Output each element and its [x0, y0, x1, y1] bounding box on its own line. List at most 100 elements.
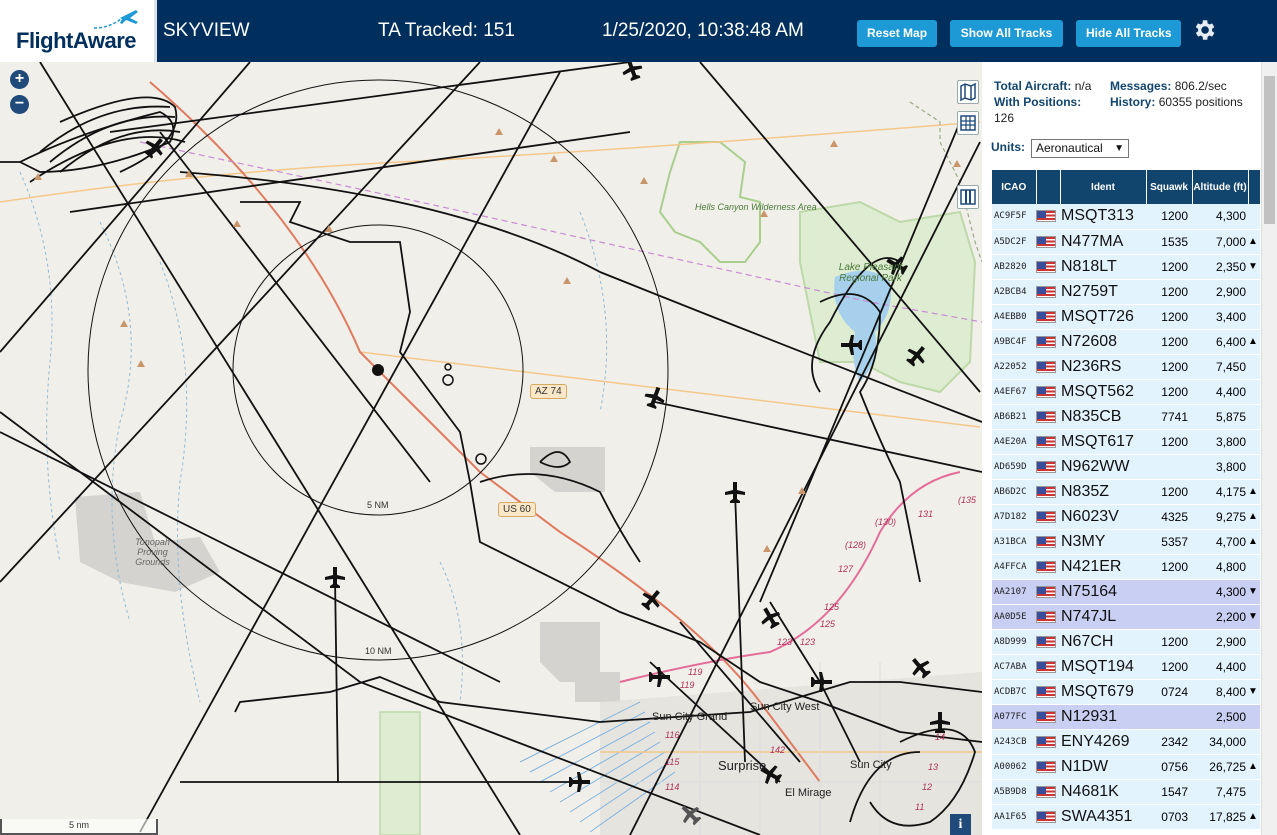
table-row[interactable]: A077FC N12931 2,500: [992, 704, 1260, 730]
altitude-cell: 7,475: [1192, 779, 1248, 805]
squawk-cell: [1146, 454, 1192, 480]
table-row[interactable]: A7D182 N6023V 4325 9,275 ▲: [992, 504, 1260, 530]
ident-cell: N818LT: [1060, 254, 1146, 280]
map-icon[interactable]: [957, 80, 979, 104]
ident-cell: N72608: [1060, 329, 1146, 355]
table-row[interactable]: AA2107 N75164 4,300 ▼: [992, 579, 1260, 605]
altitude-cell: 4,700: [1192, 529, 1248, 555]
table-row[interactable]: A9BC4F N72608 1200 6,400 ▲: [992, 329, 1260, 355]
trend-cell: ▲: [1248, 754, 1260, 780]
icao-cell: A5B9D8: [992, 779, 1036, 805]
ident-cell: MSQT562: [1060, 379, 1146, 405]
sun-city-west-label: Sun City West: [750, 701, 820, 713]
flag-cell: [1036, 379, 1060, 405]
info-icon[interactable]: i: [950, 814, 971, 835]
flag-cell: [1036, 654, 1060, 680]
altitude-cell: 2,200: [1192, 604, 1248, 630]
columns-icon[interactable]: [957, 185, 979, 209]
table-row[interactable]: A22052 N236RS 1200 7,450: [992, 354, 1260, 380]
history-value: 60355 positions: [1158, 95, 1243, 109]
table-row[interactable]: A243CB ENY4269 2342 34,000: [992, 729, 1260, 755]
ident-cell: N421ER: [1060, 554, 1146, 580]
table-row[interactable]: AB6B21 N835CB 7741 5,875: [992, 404, 1260, 430]
icao-cell: AC7ABA: [992, 654, 1036, 680]
table-row[interactable]: AA1F65 SWA4351 0703 17,825 ▲: [992, 804, 1260, 830]
table-row[interactable]: ACDB7C MSQT679 0724 8,400 ▼: [992, 679, 1260, 705]
aircraft-table: ICAO Ident Squawk Altitude (ft) AC9F5F MS…: [992, 170, 1261, 830]
trend-cell: ▲: [1248, 504, 1260, 530]
table-row[interactable]: A8D999 N67CH 1200 2,900: [992, 629, 1260, 655]
table-row[interactable]: A4EF67 MSQT562 1200 4,400: [992, 379, 1260, 405]
altitude-cell: 34,000: [1192, 729, 1248, 755]
gear-icon[interactable]: [1191, 17, 1217, 43]
col-altitude[interactable]: Altitude (ft): [1192, 170, 1249, 204]
zoom-in-button[interactable]: +: [10, 70, 29, 89]
icao-cell: A4EBB0: [992, 304, 1036, 330]
road-number: (128): [845, 540, 867, 550]
app-title: SKYVIEW: [163, 20, 250, 41]
road-number: 119: [680, 680, 695, 690]
trend-cell: [1248, 779, 1260, 805]
table-row[interactable]: A4FFCA N421ER 1200 4,800: [992, 554, 1260, 580]
scroll-thumb[interactable]: [1264, 76, 1275, 224]
trend-cell: [1248, 304, 1260, 330]
ident-cell: N2759T: [1060, 279, 1146, 305]
flag-cell: [1036, 429, 1060, 455]
table-row[interactable]: A5DC2F N477MA 1535 7,000 ▲: [992, 229, 1260, 255]
table-row[interactable]: AB6D2C N835Z 1200 4,175 ▲: [992, 479, 1260, 505]
flag-cell: [1036, 304, 1060, 330]
col-extra[interactable]: [1248, 170, 1261, 204]
us-flag-icon: [1036, 785, 1056, 798]
units-select[interactable]: Aeronautical ▼: [1031, 139, 1129, 158]
map-canvas[interactable]: [0, 62, 982, 835]
us-flag-icon: [1036, 660, 1056, 673]
table-row[interactable]: AC7ABA MSQT194 1200 4,400: [992, 654, 1260, 680]
reset-map-button[interactable]: Reset Map: [857, 20, 937, 47]
table-row[interactable]: AA0D5E N747JL 2,200 ▼: [992, 604, 1260, 630]
col-ident[interactable]: Ident: [1060, 170, 1147, 204]
hide-all-tracks-button[interactable]: Hide All Tracks: [1076, 20, 1181, 47]
trend-cell: [1248, 204, 1260, 230]
icao-cell: AA0D5E: [992, 604, 1036, 630]
squawk-cell: 1200: [1146, 429, 1192, 455]
units-label: Units:: [991, 140, 1025, 154]
altitude-cell: 2,900: [1192, 279, 1248, 305]
ident-cell: MSQT194: [1060, 654, 1146, 680]
panel-scrollbar[interactable]: [1261, 62, 1277, 835]
show-all-tracks-button[interactable]: Show All Tracks: [950, 20, 1063, 47]
table-row[interactable]: A00062 N1DW 0756 26,725 ▲: [992, 754, 1260, 780]
road-number: (135: [958, 495, 977, 505]
table-row[interactable]: AC9F5F MSQT313 1200 4,300: [992, 204, 1260, 230]
icao-cell: A077FC: [992, 704, 1036, 730]
grid-icon[interactable]: [957, 111, 979, 135]
col-flag[interactable]: [1036, 170, 1061, 204]
flag-cell: [1036, 629, 1060, 655]
tonopah-label: Tonopah Proving Grounds: [135, 537, 170, 567]
scale-bar: 5 nm: [0, 819, 158, 835]
sun-city-grand-label: Sun City Grand: [652, 711, 728, 723]
table-row[interactable]: A4EBB0 MSQT726 1200 3,400: [992, 304, 1260, 330]
road-number: 142: [770, 745, 786, 755]
flag-cell: [1036, 704, 1060, 730]
road-number: 123: [777, 637, 793, 647]
ident-cell: SWA4351: [1060, 804, 1146, 830]
trend-cell: [1248, 729, 1260, 755]
ident-cell: N962WW: [1060, 454, 1146, 480]
table-row[interactable]: A31BCA N3MY 5357 4,700 ▲: [992, 529, 1260, 555]
table-row[interactable]: A5B9D8 N4681K 1547 7,475: [992, 779, 1260, 805]
road-number: 123: [800, 637, 816, 647]
table-row[interactable]: AB2820 N818LT 1200 2,350 ▼: [992, 254, 1260, 280]
with-positions-value: 126: [994, 111, 1015, 125]
us-flag-icon: [1036, 210, 1056, 223]
altitude-cell: 3,800: [1192, 429, 1248, 455]
table-row[interactable]: A4E20A MSQT617 1200 3,800: [992, 429, 1260, 455]
flightaware-logo[interactable]: FlightAware: [0, 0, 157, 62]
zoom-out-button[interactable]: −: [10, 95, 29, 114]
col-icao[interactable]: ICAO: [992, 170, 1037, 204]
map-view[interactable]: Hells Canyon Wilderness Area Lake Pleasa…: [0, 62, 982, 835]
table-row[interactable]: A2BCB4 N2759T 1200 2,900: [992, 279, 1260, 305]
sun-city-label: Sun City: [850, 759, 892, 771]
col-squawk[interactable]: Squawk: [1146, 170, 1193, 204]
flag-cell: [1036, 729, 1060, 755]
table-row[interactable]: AD659D N962WW 3,800: [992, 454, 1260, 480]
